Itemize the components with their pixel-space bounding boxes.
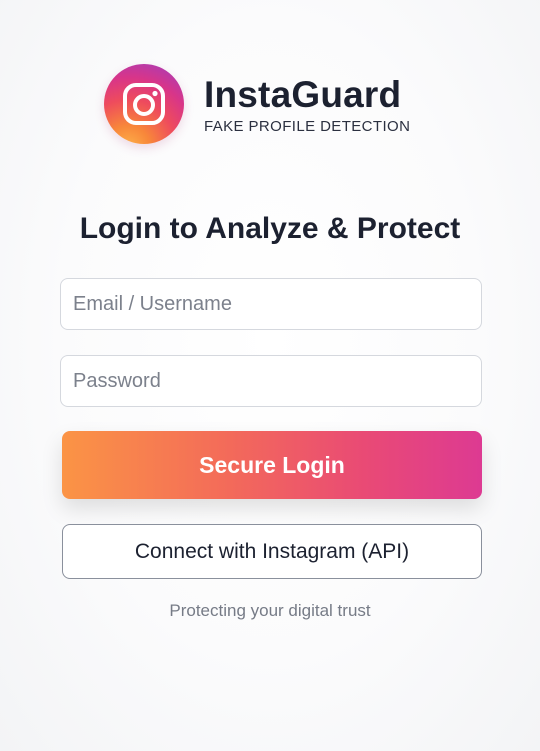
secure-login-button[interactable]: Secure Login <box>62 431 482 499</box>
connect-instagram-button[interactable]: Connect with Instagram (API) <box>62 524 482 579</box>
email-username-input[interactable] <box>60 278 482 330</box>
brand-header: InstaGuard FAKE PROFILE DETECTION <box>104 64 410 144</box>
page-title: Login to Analyze & Protect <box>79 212 461 245</box>
footer-tagline: Protecting your digital trust <box>169 601 371 620</box>
password-input[interactable] <box>60 355 482 407</box>
brand-tagline: FAKE PROFILE DETECTION <box>204 117 411 135</box>
login-card: InstaGuard FAKE PROFILE DETECTION Login … <box>0 0 540 751</box>
brand-name: InstaGuard <box>204 73 402 115</box>
logo <box>104 64 184 144</box>
brand-text: InstaGuard FAKE PROFILE DETECTION <box>204 74 410 135</box>
camera-icon <box>123 83 165 125</box>
